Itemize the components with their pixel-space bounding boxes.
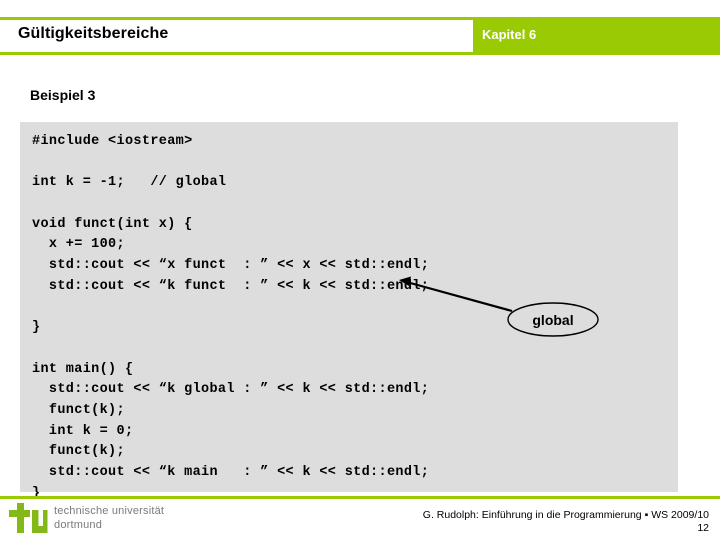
code-line: int main() { bbox=[32, 361, 134, 377]
tu-logo-icon bbox=[9, 503, 48, 533]
page-title: Gültigkeitsbereiche bbox=[18, 25, 169, 42]
code-line: funct(k); bbox=[32, 444, 125, 460]
code-block: #include <iostream> int k = -1; // globa… bbox=[20, 122, 678, 501]
footer-rule bbox=[0, 496, 720, 499]
code-line: std::cout << “x funct : ” << x << std::e… bbox=[32, 258, 430, 274]
slide-header: Gültigkeitsbereiche Kapitel 6 bbox=[0, 17, 720, 55]
code-line: } bbox=[32, 485, 41, 501]
tu-dortmund-logo: technische universität dortmund bbox=[8, 503, 198, 537]
chapter-label: Kapitel 6 bbox=[482, 27, 537, 42]
section-subtitle: Beispiel 3 bbox=[30, 87, 96, 103]
logo-wordmark: technische universität dortmund bbox=[54, 505, 164, 532]
code-line: #include <iostream> bbox=[32, 134, 193, 149]
code-line: int k = 0; bbox=[32, 423, 134, 439]
logo-line-1: technische universität bbox=[54, 505, 165, 517]
code-listing: #include <iostream> int k = -1; // globa… bbox=[32, 132, 678, 504]
code-line: void funct(int x) { bbox=[32, 216, 193, 232]
footer-credit: G. Rudolph: Einführung in die Programmie… bbox=[422, 509, 709, 521]
code-line: int k = -1; // global bbox=[32, 175, 227, 191]
code-line: } bbox=[32, 320, 41, 336]
header-rule-bottom bbox=[0, 52, 720, 55]
code-line: funct(k); bbox=[32, 402, 125, 418]
logo-line-2: dortmund bbox=[54, 518, 103, 531]
code-line: std::cout << “k global : ” << k << std::… bbox=[32, 382, 430, 398]
code-line: std::cout << “k main : ” << k << std::en… bbox=[32, 465, 430, 480]
footer-page-number: 12 bbox=[697, 522, 709, 534]
code-line: std::cout << “k funct : ” << k << std::e… bbox=[32, 278, 430, 294]
code-line: x += 100; bbox=[32, 237, 125, 253]
